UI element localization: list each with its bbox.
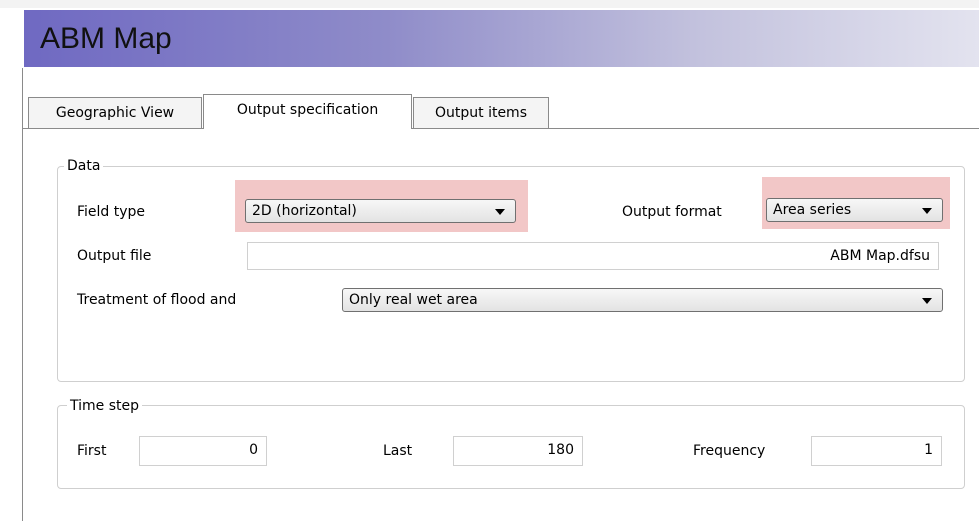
last-label: Last: [383, 443, 413, 459]
flood-treatment-dropdown[interactable]: Only real wet area: [342, 288, 943, 312]
top-strip: [0, 0, 979, 8]
output-format-dropdown[interactable]: Area series: [766, 198, 943, 222]
last-field[interactable]: 180: [453, 436, 583, 466]
first-label: First: [77, 443, 107, 459]
first-field[interactable]: 0: [139, 436, 267, 466]
time-step-group-label: Time step: [67, 397, 142, 415]
field-type-value: 2D (horizontal): [252, 203, 357, 219]
output-file-field[interactable]: ABM Map.dfsu: [247, 242, 939, 270]
chevron-down-icon: [922, 298, 932, 304]
flood-treatment-label: Treatment of flood and: [77, 292, 237, 308]
data-group-label: Data: [64, 157, 104, 175]
output-file-label: Output file: [77, 248, 152, 264]
field-type-dropdown[interactable]: 2D (horizontal): [245, 199, 516, 223]
frequency-label: Frequency: [693, 443, 766, 459]
tab-strip-baseline: [22, 128, 979, 129]
window-title: ABM Map: [40, 22, 172, 55]
tab-output-items[interactable]: Output items: [413, 97, 549, 129]
frequency-field[interactable]: 1: [811, 436, 942, 466]
chevron-down-icon: [495, 209, 505, 215]
title-bar: ABM Map: [24, 10, 979, 67]
flood-treatment-value: Only real wet area: [349, 292, 478, 308]
output-format-value: Area series: [773, 202, 852, 218]
tab-geographic-view[interactable]: Geographic View: [28, 97, 202, 129]
chevron-down-icon: [922, 208, 932, 214]
field-type-label: Field type: [77, 204, 146, 220]
output-format-label: Output format: [622, 204, 722, 220]
panel-left-border: [22, 68, 23, 521]
tab-output-specification[interactable]: Output specification: [203, 94, 412, 129]
